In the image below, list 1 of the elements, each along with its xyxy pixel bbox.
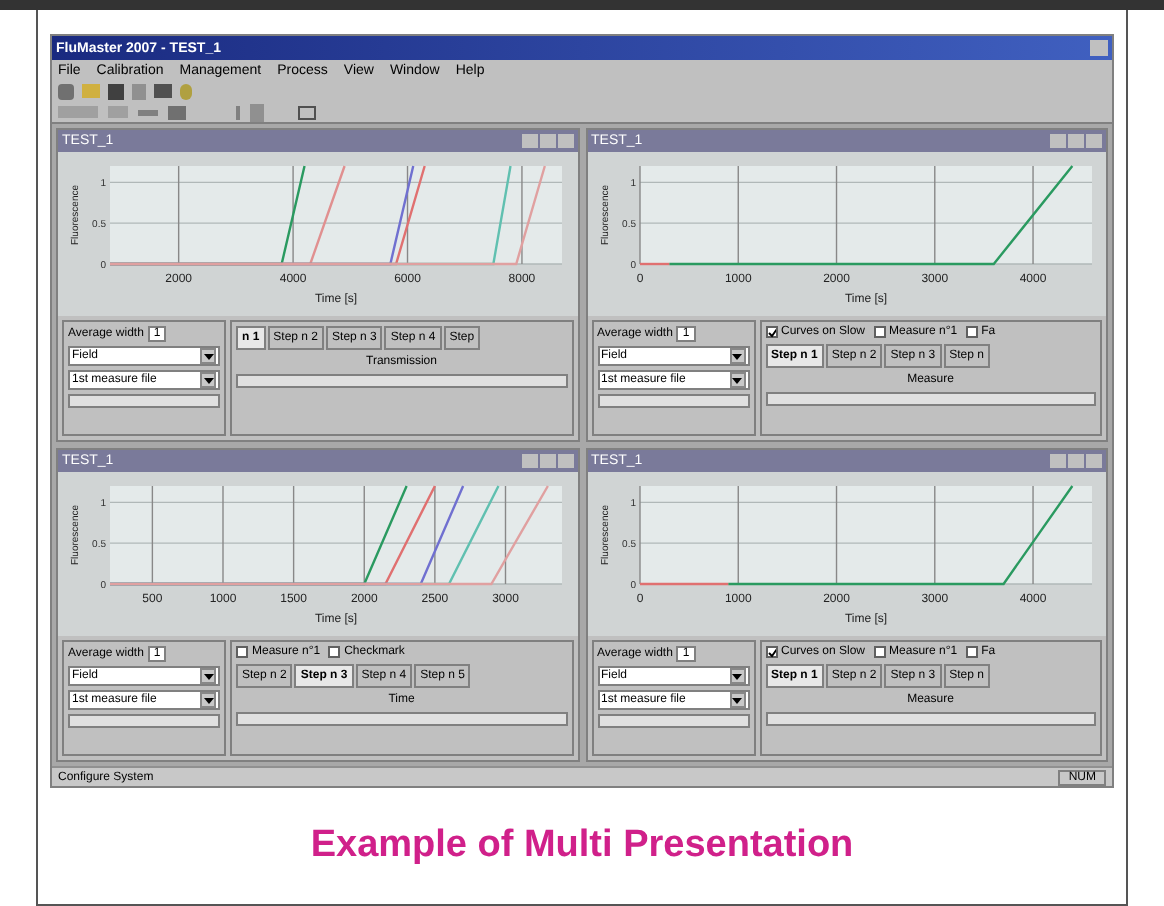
figure-caption: Example of Multi Presentation: [310, 821, 854, 870]
